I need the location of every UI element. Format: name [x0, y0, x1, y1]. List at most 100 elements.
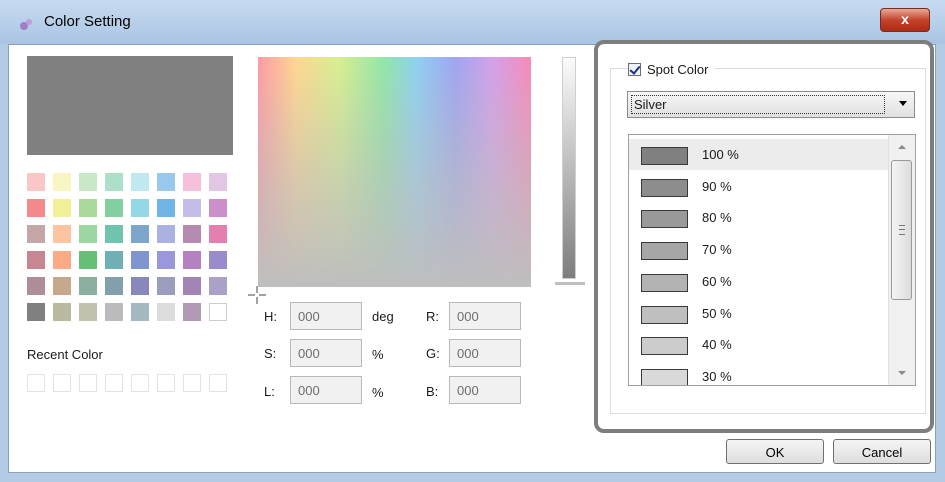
- color-swatch[interactable]: [27, 173, 45, 191]
- color-swatch[interactable]: [79, 277, 97, 295]
- recent-color-slot[interactable]: [105, 374, 123, 392]
- color-swatch[interactable]: [131, 199, 149, 217]
- color-swatch[interactable]: [209, 277, 227, 295]
- color-swatch[interactable]: [183, 225, 201, 243]
- color-swatch[interactable]: [157, 225, 175, 243]
- luminance-slider[interactable]: [562, 57, 576, 279]
- luminance-slider-handle[interactable]: [555, 282, 585, 285]
- color-swatch[interactable]: [183, 303, 201, 321]
- color-swatch[interactable]: [53, 225, 71, 243]
- color-swatch[interactable]: [209, 225, 227, 243]
- tint-list-item[interactable]: 60 %: [629, 266, 888, 297]
- color-swatch[interactable]: [209, 251, 227, 269]
- recent-color-slot[interactable]: [53, 374, 71, 392]
- tint-swatch: [641, 273, 688, 292]
- app-color-icon: [20, 19, 32, 30]
- color-swatch[interactable]: [131, 303, 149, 321]
- tint-list-item[interactable]: 50 %: [629, 298, 888, 329]
- color-swatch[interactable]: [79, 225, 97, 243]
- h-unit-label: deg: [372, 309, 394, 324]
- ok-button[interactable]: OK: [726, 439, 824, 464]
- tint-label: 100 %: [702, 147, 739, 162]
- spot-color-select[interactable]: Silver: [627, 91, 915, 118]
- tint-list-item[interactable]: 80 %: [629, 202, 888, 233]
- recent-color-slot[interactable]: [131, 374, 149, 392]
- color-swatch[interactable]: [105, 225, 123, 243]
- s-input[interactable]: [290, 339, 362, 367]
- r-label: R:: [426, 309, 439, 324]
- tint-list-item[interactable]: 30 %: [629, 361, 888, 385]
- l-input[interactable]: [290, 376, 362, 404]
- color-swatch[interactable]: [131, 277, 149, 295]
- color-swatch[interactable]: [27, 303, 45, 321]
- h-input[interactable]: [290, 302, 362, 330]
- color-swatch[interactable]: [79, 303, 97, 321]
- color-swatch[interactable]: [157, 173, 175, 191]
- tint-swatch: [641, 368, 688, 385]
- color-swatch[interactable]: [157, 277, 175, 295]
- b-input[interactable]: [449, 376, 521, 404]
- color-swatch[interactable]: [131, 251, 149, 269]
- color-swatch[interactable]: [53, 277, 71, 295]
- color-swatch[interactable]: [183, 277, 201, 295]
- color-swatch[interactable]: [105, 303, 123, 321]
- color-swatch[interactable]: [157, 303, 175, 321]
- color-swatch[interactable]: [27, 277, 45, 295]
- color-swatch[interactable]: [183, 173, 201, 191]
- list-scrollbar[interactable]: [888, 135, 915, 385]
- color-swatch[interactable]: [53, 199, 71, 217]
- color-swatch[interactable]: [131, 225, 149, 243]
- color-swatch[interactable]: [105, 251, 123, 269]
- spot-color-checkbox[interactable]: [628, 62, 641, 76]
- tint-swatch: [641, 178, 688, 197]
- scroll-up-icon[interactable]: [898, 145, 906, 149]
- cancel-button[interactable]: Cancel: [833, 439, 931, 464]
- color-swatch[interactable]: [53, 251, 71, 269]
- color-spectrum-picker[interactable]: [258, 57, 531, 287]
- b-label: B:: [426, 384, 439, 399]
- tint-list-item[interactable]: 40 %: [629, 329, 888, 360]
- color-swatch[interactable]: [105, 277, 123, 295]
- scroll-down-icon[interactable]: [898, 371, 906, 375]
- color-swatch[interactable]: [157, 251, 175, 269]
- title-bar[interactable]: Color Setting x: [0, 0, 945, 44]
- tint-swatch: [641, 147, 688, 165]
- tint-label: 80 %: [702, 210, 732, 226]
- tint-list-item[interactable]: 90 %: [629, 171, 888, 202]
- spot-tint-list[interactable]: 100 % 90 % 80 % 70 % 60 % 50 % 40 % 30 %: [628, 134, 916, 386]
- color-swatch[interactable]: [183, 199, 201, 217]
- r-input[interactable]: [449, 302, 521, 330]
- color-swatch[interactable]: [27, 251, 45, 269]
- color-swatch[interactable]: [209, 199, 227, 217]
- color-swatch[interactable]: [209, 173, 227, 191]
- color-swatch[interactable]: [157, 199, 175, 217]
- color-swatch[interactable]: [53, 303, 71, 321]
- scrollbar-thumb[interactable]: [891, 160, 912, 300]
- recent-color-slot[interactable]: [209, 374, 227, 392]
- color-swatch[interactable]: [131, 173, 149, 191]
- color-swatch[interactable]: [105, 173, 123, 191]
- tint-label: 50 %: [702, 305, 732, 321]
- color-swatch[interactable]: [53, 173, 71, 191]
- color-swatch[interactable]: [183, 251, 201, 269]
- color-swatch[interactable]: [79, 199, 97, 217]
- tint-list-item[interactable]: 70 %: [629, 234, 888, 265]
- color-swatch[interactable]: [209, 303, 227, 321]
- crosshair-icon: [248, 286, 266, 304]
- g-input[interactable]: [449, 339, 521, 367]
- tint-label: 70 %: [702, 242, 732, 258]
- tint-list-item[interactable]: 100 %: [629, 139, 888, 170]
- recent-color-slot[interactable]: [183, 374, 201, 392]
- s-unit-label: %: [372, 347, 384, 362]
- color-swatch[interactable]: [79, 251, 97, 269]
- recent-color-slot[interactable]: [79, 374, 97, 392]
- recent-color-slot[interactable]: [27, 374, 45, 392]
- color-swatch[interactable]: [27, 199, 45, 217]
- recent-color-slot[interactable]: [157, 374, 175, 392]
- close-button[interactable]: x: [880, 8, 930, 32]
- spot-color-checkbox-row[interactable]: Spot Color: [628, 60, 715, 78]
- color-swatch[interactable]: [27, 225, 45, 243]
- tint-swatch: [641, 210, 688, 229]
- color-swatch[interactable]: [105, 199, 123, 217]
- color-swatch[interactable]: [79, 173, 97, 191]
